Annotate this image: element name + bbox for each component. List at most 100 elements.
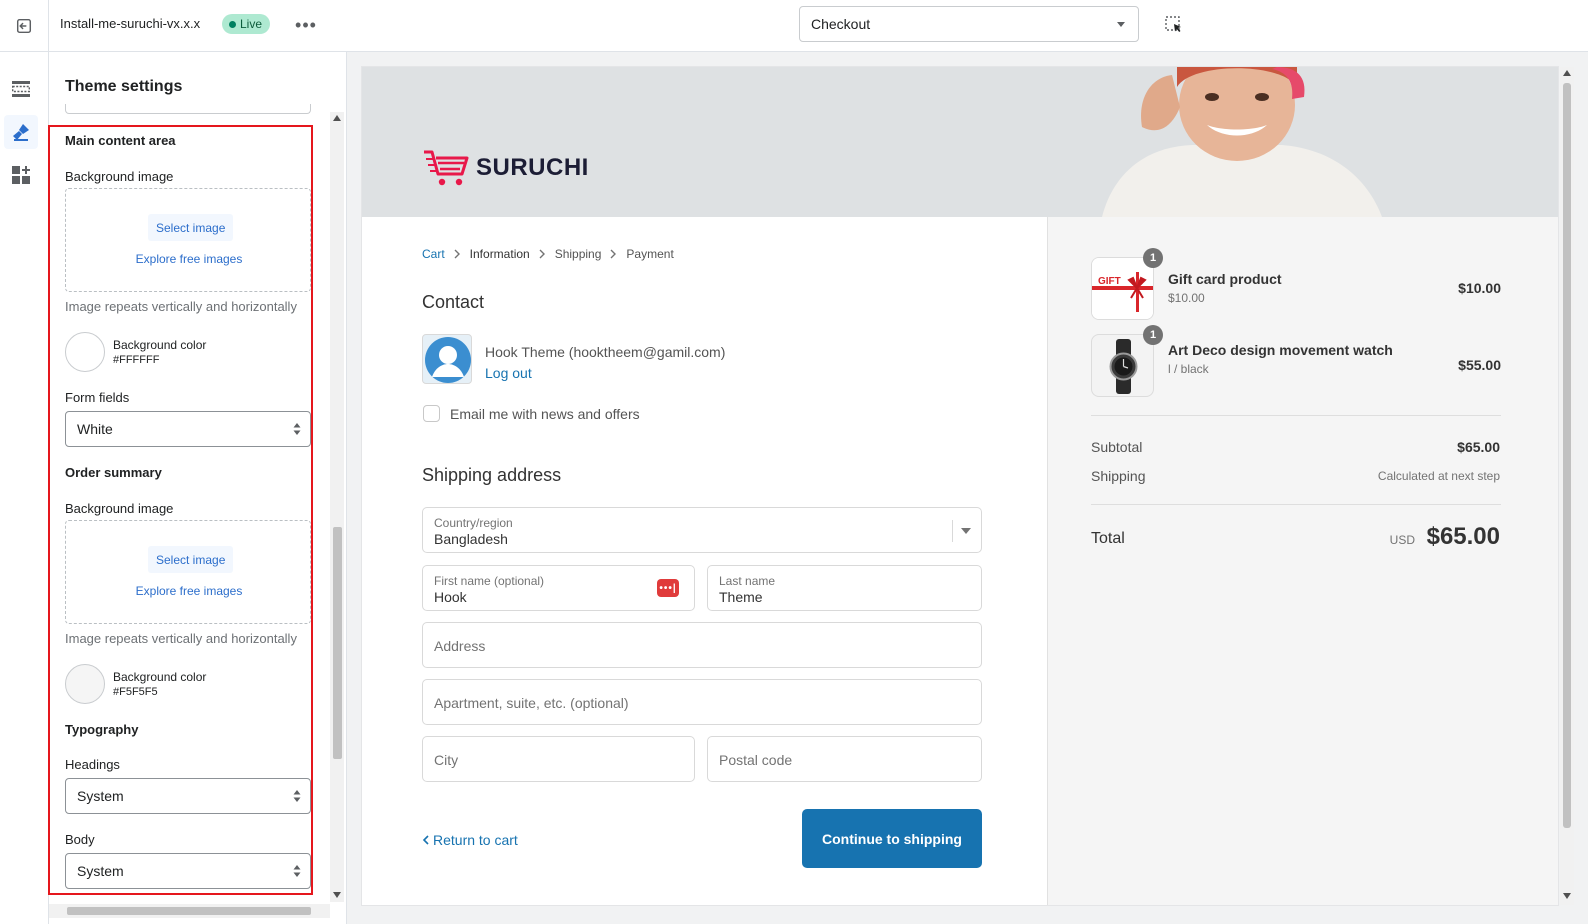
country-divider <box>952 520 953 542</box>
postal-code-field[interactable]: Postal code <box>707 736 982 782</box>
scroll-down-arrow-icon <box>1563 893 1571 899</box>
order-repeat-help: Image repeats vertically and horizontall… <box>65 631 297 646</box>
editor-nav-rail <box>0 52 49 924</box>
continue-to-shipping-button[interactable]: Continue to shipping <box>802 809 982 868</box>
panel-hscroll-thumb[interactable] <box>67 907 311 915</box>
breadcrumb-shipping: Shipping <box>554 247 602 261</box>
panel-scroll-area[interactable]: Main content area Background image Selec… <box>49 112 346 912</box>
banner-model-image <box>1102 67 1382 217</box>
total-value: $65.00 <box>1426 523 1500 550</box>
breadcrumb-payment: Payment <box>626 247 674 261</box>
brand-logo[interactable]: SURUCHI <box>422 149 589 187</box>
scroll-up-arrow-icon <box>1563 70 1571 76</box>
order-summary-heading: Order summary <box>65 465 162 480</box>
scroll-down-arrow-icon <box>333 892 341 898</box>
item-price: $10.00 <box>1458 280 1501 296</box>
item-variant: $10.00 <box>1168 291 1205 305</box>
select-arrows-icon <box>293 423 301 435</box>
headings-font-select[interactable]: System <box>65 778 311 814</box>
contact-name: Hook Theme (hooktheem@gamil.com) <box>485 344 726 360</box>
main-bg-color-swatch[interactable] <box>65 332 105 372</box>
shipping-value: Calculated at next step <box>1377 469 1500 483</box>
order-bg-color-label: Background color <box>113 670 207 684</box>
apartment-field[interactable]: Apartment, suite, etc. (optional) <box>422 679 982 725</box>
gift-thumb-text: GIFT <box>1098 276 1121 287</box>
rail-theme-settings-button[interactable] <box>4 115 38 149</box>
order-bg-color-value: #F5F5F5 <box>113 686 158 698</box>
address-field[interactable]: Address <box>422 622 982 668</box>
order-select-image-button[interactable]: Select image <box>148 546 234 573</box>
chevron-right-icon <box>454 249 460 259</box>
order-bg-image-picker: Select image Explore free images <box>65 520 311 624</box>
newsletter-checkbox[interactable] <box>423 405 440 422</box>
top-bar: Install-me-suruchi-vx.x.x Live ••• Check… <box>0 0 1588 52</box>
panel-scroll-thumb[interactable] <box>333 527 342 759</box>
typography-heading: Typography <box>65 722 139 737</box>
total-currency: USD <box>1389 533 1415 547</box>
rail-apps-button[interactable] <box>4 158 38 192</box>
paintbrush-icon <box>13 124 29 141</box>
more-actions-button[interactable]: ••• <box>293 13 319 37</box>
return-to-cart-link[interactable]: Return to cart <box>422 832 518 848</box>
main-bg-image-picker: Select image Explore free images <box>65 188 311 292</box>
breadcrumb-cart[interactable]: Cart <box>422 247 445 261</box>
order-summary-column: GIFT 1 Gift card product $10.00 $10.00 1… <box>1047 217 1558 905</box>
customer-avatar <box>422 334 472 384</box>
live-badge-label: Live <box>240 17 263 31</box>
form-fields-select[interactable]: White <box>65 411 311 447</box>
quantity-badge: 1 <box>1143 248 1163 268</box>
item-title: Art Deco design movement watch <box>1168 342 1393 358</box>
select-arrows-icon <box>293 790 301 802</box>
form-fields-label: Form fields <box>65 390 130 405</box>
form-fields-value: White <box>77 421 113 437</box>
item-variant: l / black <box>1168 362 1209 376</box>
main-explore-images-link[interactable]: Explore free images <box>66 252 312 266</box>
return-to-cart-label: Return to cart <box>433 832 518 848</box>
rail-sections-button[interactable] <box>4 72 38 106</box>
preview-scroll-thumb[interactable] <box>1563 83 1571 828</box>
country-select[interactable]: Country/region Bangladesh <box>422 507 982 553</box>
first-name-field[interactable]: First name (optional) Hook •••| <box>422 565 695 611</box>
select-element-icon <box>1165 16 1181 32</box>
headings-font-label: Headings <box>65 757 120 772</box>
first-name-value: Hook <box>434 589 467 605</box>
summary-divider <box>1091 415 1501 416</box>
breadcrumb-information: Information <box>469 247 530 261</box>
password-manager-icon[interactable]: •••| <box>657 579 679 597</box>
city-field[interactable]: City <box>422 736 695 782</box>
main-select-image-button[interactable]: Select image <box>148 214 234 241</box>
chevron-down-icon <box>961 528 971 534</box>
last-name-field[interactable]: Last name Theme <box>707 565 982 611</box>
gift-card-image: GIFT <box>1092 258 1153 319</box>
logout-link[interactable]: Log out <box>485 365 532 381</box>
item-title: Gift card product <box>1168 271 1282 287</box>
checkout-banner: SURUCHI <box>362 67 1558 217</box>
order-explore-images-link[interactable]: Explore free images <box>66 584 312 598</box>
newsletter-label[interactable]: Email me with news and offers <box>450 406 640 422</box>
first-name-label: First name (optional) <box>434 574 545 588</box>
order-line-item: 1 Art Deco design movement watch l / bla… <box>1091 325 1501 398</box>
panel-horizontal-scrollbar[interactable] <box>49 904 330 918</box>
checkout-main-column: Cart Information Shipping Payment Contac… <box>362 217 1047 905</box>
shipping-address-heading: Shipping address <box>422 465 562 485</box>
headings-font-value: System <box>77 788 124 804</box>
body-font-select[interactable]: System <box>65 853 311 889</box>
last-name-value: Theme <box>719 589 763 605</box>
user-avatar-icon <box>425 337 471 383</box>
shopping-cart-logo-icon <box>424 150 469 186</box>
subtotal-value: $65.00 <box>1457 439 1500 455</box>
preview-vertical-scrollbar[interactable] <box>1560 67 1574 905</box>
chevron-right-icon <box>610 249 617 259</box>
exit-editor-button[interactable] <box>0 0 49 52</box>
order-line-item: GIFT 1 Gift card product $10.00 $10.00 <box>1091 248 1501 321</box>
main-bg-color-label: Background color <box>113 338 207 352</box>
inspector-toggle-button[interactable] <box>1160 11 1188 39</box>
panel-vertical-scrollbar[interactable] <box>330 112 344 902</box>
select-arrows-icon <box>293 865 301 877</box>
order-bg-image-label: Background image <box>65 501 174 516</box>
body-font-value: System <box>77 863 124 879</box>
page-template-select[interactable]: Checkout <box>799 6 1139 42</box>
apartment-placeholder: Apartment, suite, etc. (optional) <box>434 695 629 711</box>
shipping-label: Shipping <box>1091 468 1146 484</box>
order-bg-color-swatch[interactable] <box>65 664 105 704</box>
